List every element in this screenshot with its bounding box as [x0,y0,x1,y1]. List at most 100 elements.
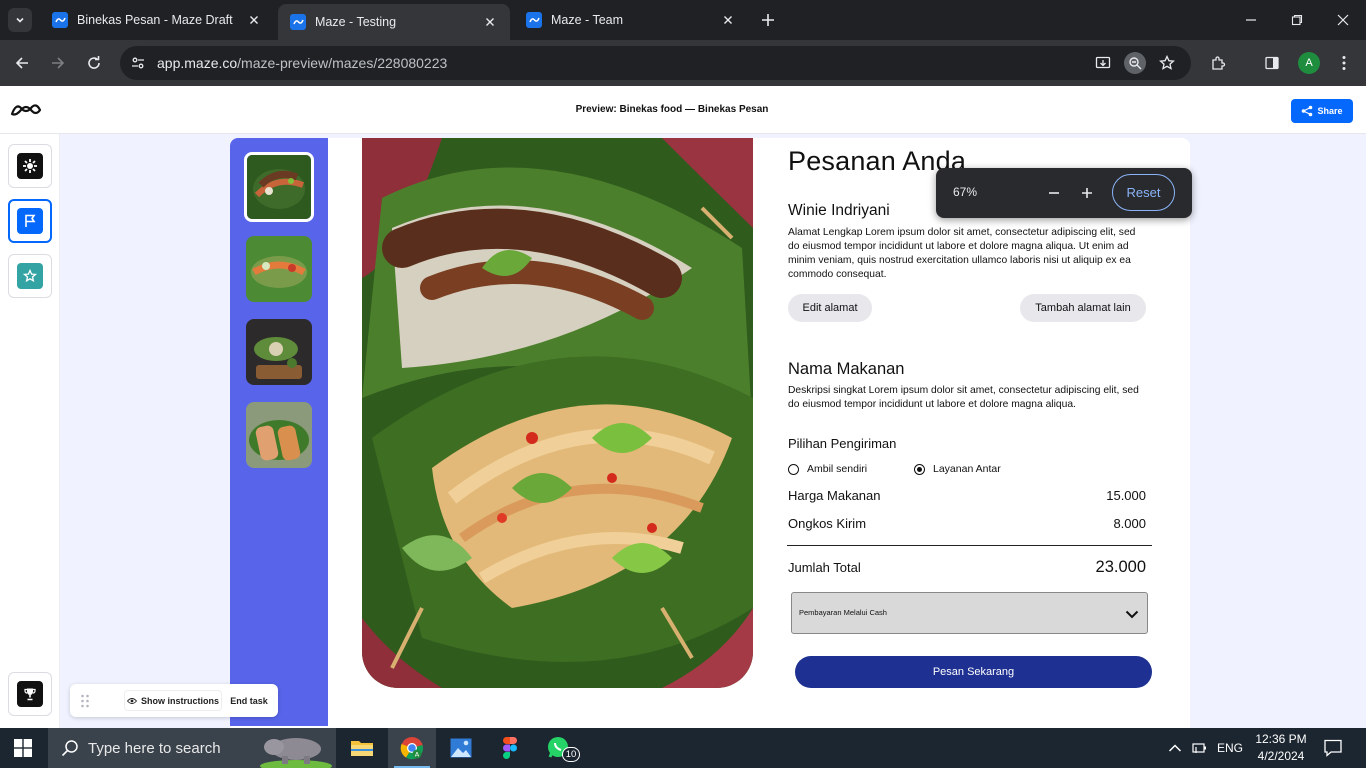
close-icon [1337,14,1349,26]
zoom-in-button[interactable] [1076,182,1098,204]
food-price-row: Harga Makanan 15.000 [788,488,1146,503]
taskbar-search-placeholder: Type here to search [88,740,221,757]
food-thumbnail-column [230,138,328,726]
system-tray: ENG [1168,728,1243,768]
windows-taskbar: Type here to search A 10 ENG 12:36 PM 4/… [0,728,1366,768]
shipping-option-delivery[interactable]: Layanan Antar [914,463,1001,475]
eye-icon [126,697,137,704]
browser-menu-button[interactable] [1333,52,1355,74]
taskbar-whatsapp[interactable]: 10 [535,728,583,768]
plus-icon [762,14,774,26]
show-instructions-label: Show instructions [140,695,219,706]
tab-binekas-draft[interactable]: Binekas Pesan - Maze Draft [40,4,274,36]
edit-address-button[interactable]: Edit alamat [788,294,872,322]
shipping-option-label: Ambil sendiri [807,463,868,475]
chrome-icon: A [400,737,424,760]
browser-tab-strip: Binekas Pesan - Maze Draft Maze - Testin… [0,0,1366,40]
url-path: /maze-preview/mazes/228080223 [237,55,448,71]
reload-button[interactable] [83,52,105,74]
chevron-up-icon[interactable] [1168,743,1182,753]
tab-title: Maze - Team [551,13,624,27]
minimize-icon [1246,19,1256,21]
rail-settings-button[interactable] [8,144,52,188]
notification-center-icon[interactable] [1324,739,1342,757]
gear-icon [17,153,43,179]
close-tab-icon[interactable] [482,14,498,30]
extensions-button[interactable] [1207,52,1229,74]
show-instructions-button[interactable]: Show instructions [124,690,222,711]
search-icon [61,740,78,757]
food-thumbnail-4[interactable] [246,402,312,468]
maze-left-rail [0,134,60,728]
tab-maze-team[interactable]: Maze - Team [514,4,748,36]
maze-favicon-icon [52,12,68,28]
food-thumbnail-2[interactable] [246,236,312,302]
share-icon [1302,105,1313,117]
search-highlight-hippo-icon [260,738,332,768]
taskbar-chrome[interactable]: A [388,728,436,768]
close-tab-icon[interactable] [720,12,736,28]
taskbar-clock[interactable]: 12:36 PM 4/2/2024 [1254,731,1308,765]
customer-name: Winie Indriyani [788,202,890,219]
shipping-options-title: Pilihan Pengiriman [788,436,897,451]
tab-search-button[interactable] [8,8,32,32]
payment-method-select[interactable]: Pembayaran Melalui Cash [791,592,1148,634]
site-info-icon[interactable] [128,53,148,73]
food-name: Nama Makanan [788,360,905,378]
shipping-cost-value: 8.000 [1113,516,1146,531]
tab-title: Maze - Testing [315,15,397,29]
new-tab-button[interactable] [758,10,778,30]
bookmark-star-icon[interactable] [1156,52,1178,74]
customer-address: Alamat Lengkap Lorem ipsum dolor sit ame… [788,227,1136,280]
folder-icon [351,741,373,756]
shipping-cost-row: Ongkos Kirim 8.000 [788,516,1146,531]
rail-thankyou-button[interactable] [8,672,52,716]
zoom-out-button[interactable] [1043,182,1065,204]
arrow-right-icon [52,57,65,69]
clock-date: 4/2/2024 [1257,749,1305,763]
taskbar-photos[interactable] [437,728,485,768]
shipping-option-pickup[interactable]: Ambil sendiri [788,463,867,475]
taskbar-figma[interactable] [486,728,534,768]
rail-mission-button[interactable] [8,199,52,243]
food-thumbnail-1[interactable] [244,152,314,222]
drag-handle-icon[interactable] [80,693,90,709]
rail-rating-button[interactable] [8,254,52,298]
radio-button-selected[interactable] [914,463,925,475]
add-address-button[interactable]: Tambah alamat lain [1020,294,1146,322]
language-indicator[interactable]: ENG [1217,741,1243,755]
tab-title: Binekas Pesan - Maze Draft [77,13,233,27]
minimize-window-button[interactable] [1240,9,1262,31]
total-value: 23.000 [1095,558,1146,576]
order-now-button[interactable]: Pesan Sekarang [795,656,1152,688]
install-app-icon[interactable] [1092,52,1114,74]
forward-button[interactable] [47,52,69,74]
food-hero-image [362,138,753,688]
close-tab-icon[interactable] [246,12,262,28]
share-button[interactable]: Share [1291,99,1353,123]
network-battery-icon[interactable] [1192,741,1208,755]
end-task-button[interactable]: End task [226,690,272,711]
food-thumbnail-3[interactable] [246,319,312,385]
arrow-left-icon [15,57,28,69]
total-row: Jumlah Total 23.000 [788,558,1146,577]
photos-icon [450,738,472,758]
tab-maze-testing[interactable]: Maze - Testing [278,4,510,40]
restore-window-button[interactable] [1286,9,1308,31]
windows-start-icon[interactable] [14,739,32,757]
zoom-level: 67% [953,185,978,199]
close-window-button[interactable] [1332,9,1354,31]
taskbar-search-box[interactable]: Type here to search [48,728,336,768]
taskbar-file-explorer[interactable] [338,728,386,768]
radio-button[interactable] [788,463,799,475]
maze-task-bar: Show instructions End task [70,684,278,717]
zoom-reset-button[interactable]: Reset [1112,174,1175,211]
address-bar[interactable]: app.maze.co/maze-preview/mazes/228080223 [120,46,1191,80]
shipping-option-label: Layanan Antar [933,463,1001,475]
profile-avatar[interactable]: A [1298,52,1320,74]
side-panel-button[interactable] [1261,52,1283,74]
back-button[interactable] [11,52,33,74]
total-divider [787,545,1152,546]
share-label: Share [1317,106,1343,116]
zoom-icon[interactable] [1124,52,1146,74]
